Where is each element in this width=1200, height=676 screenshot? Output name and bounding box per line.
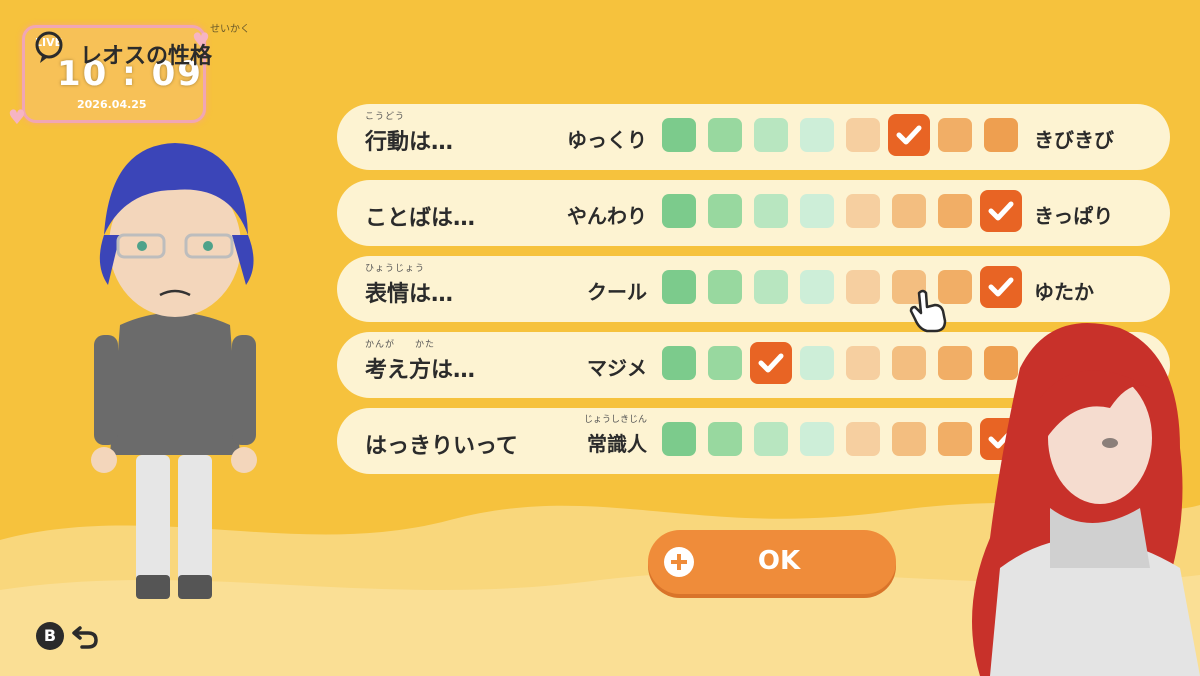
hand-pointer-cursor-icon [909,289,947,333]
checkmark-icon [988,201,1014,221]
page-title: レオスの性格 [80,44,213,69]
scale-step[interactable] [800,194,834,228]
trait-row-speech: ことばは… やんわり きっぱり [337,180,1170,246]
scale-step[interactable] [662,270,696,304]
checkmark-icon [988,277,1014,297]
back-arrow-icon[interactable] [70,620,102,652]
trait-ruby: かんが かた [365,340,436,350]
scale-step[interactable] [662,422,696,456]
trait-right-label: きっぱり [1034,204,1114,228]
scale-step-selected[interactable] [980,190,1022,232]
scale-step[interactable] [662,346,696,380]
scale-step[interactable] [846,422,880,456]
trait-left-label: マジメ [587,356,647,380]
trait-ruby: ひょうじょう [365,264,426,274]
scale-step[interactable] [754,194,788,228]
trait-row-action: こうどう 行動は… ゆっくり きびきび [337,104,1170,170]
scale-step[interactable] [800,118,834,152]
trait-label: 考え方は… [365,358,476,383]
speech-bubble-icon [35,31,63,63]
scale-step[interactable] [708,270,742,304]
trait-label: 行動は… [365,130,454,155]
scale-step-selected[interactable] [980,266,1022,308]
scale-step[interactable] [938,118,972,152]
heart-icon: ♥ [8,105,26,129]
scale-step[interactable] [754,118,788,152]
scale-step[interactable] [708,346,742,380]
title-ruby: せいかく [210,24,250,35]
streamer-avatar-overlay [972,323,1200,676]
scale-step[interactable] [800,422,834,456]
scale-step[interactable] [938,194,972,228]
scale-step[interactable] [708,194,742,228]
scale-step[interactable] [892,194,926,228]
scale-step[interactable] [800,346,834,380]
trait-right-label: ゆたか [1034,280,1094,304]
ok-button[interactable]: OK [648,530,896,594]
scale-step[interactable] [892,422,926,456]
trait-left-label: やんわり [567,204,647,228]
scale-step[interactable] [846,270,880,304]
mii-avatar [91,143,257,599]
trait-right-label: きびきび [1034,128,1114,152]
b-button-icon[interactable]: B [36,622,64,650]
scale-step-selected[interactable] [750,342,792,384]
trait-ruby: こうどう [365,112,406,122]
trait-label: はっきりいって [365,434,518,459]
scale-step[interactable] [846,194,880,228]
trait-label: 表情は… [365,282,454,307]
scale-step[interactable] [662,194,696,228]
scale-step[interactable] [662,118,696,152]
ok-button-label: OK [757,546,801,576]
checkmark-icon [896,125,922,145]
checkmark-icon [758,353,784,373]
scale-step[interactable] [708,422,742,456]
scale-step[interactable] [984,118,1018,152]
scale-step[interactable] [892,346,926,380]
scale-step[interactable] [846,118,880,152]
trait-label: ことばは… [365,206,476,231]
scale-step[interactable] [846,346,880,380]
clock-date: 2026.04.25 [77,98,147,111]
scale-step[interactable] [708,118,742,152]
trait-left-label: クール [587,280,647,304]
scale-step[interactable] [800,270,834,304]
scale-step[interactable] [754,422,788,456]
scale-step-selected[interactable] [888,114,930,156]
scale-step[interactable] [754,270,788,304]
trait-left-ruby: じょうしきじん [583,415,647,425]
trait-left-label: ゆっくり [567,128,647,152]
trait-left-label: 常識人 [587,432,647,456]
